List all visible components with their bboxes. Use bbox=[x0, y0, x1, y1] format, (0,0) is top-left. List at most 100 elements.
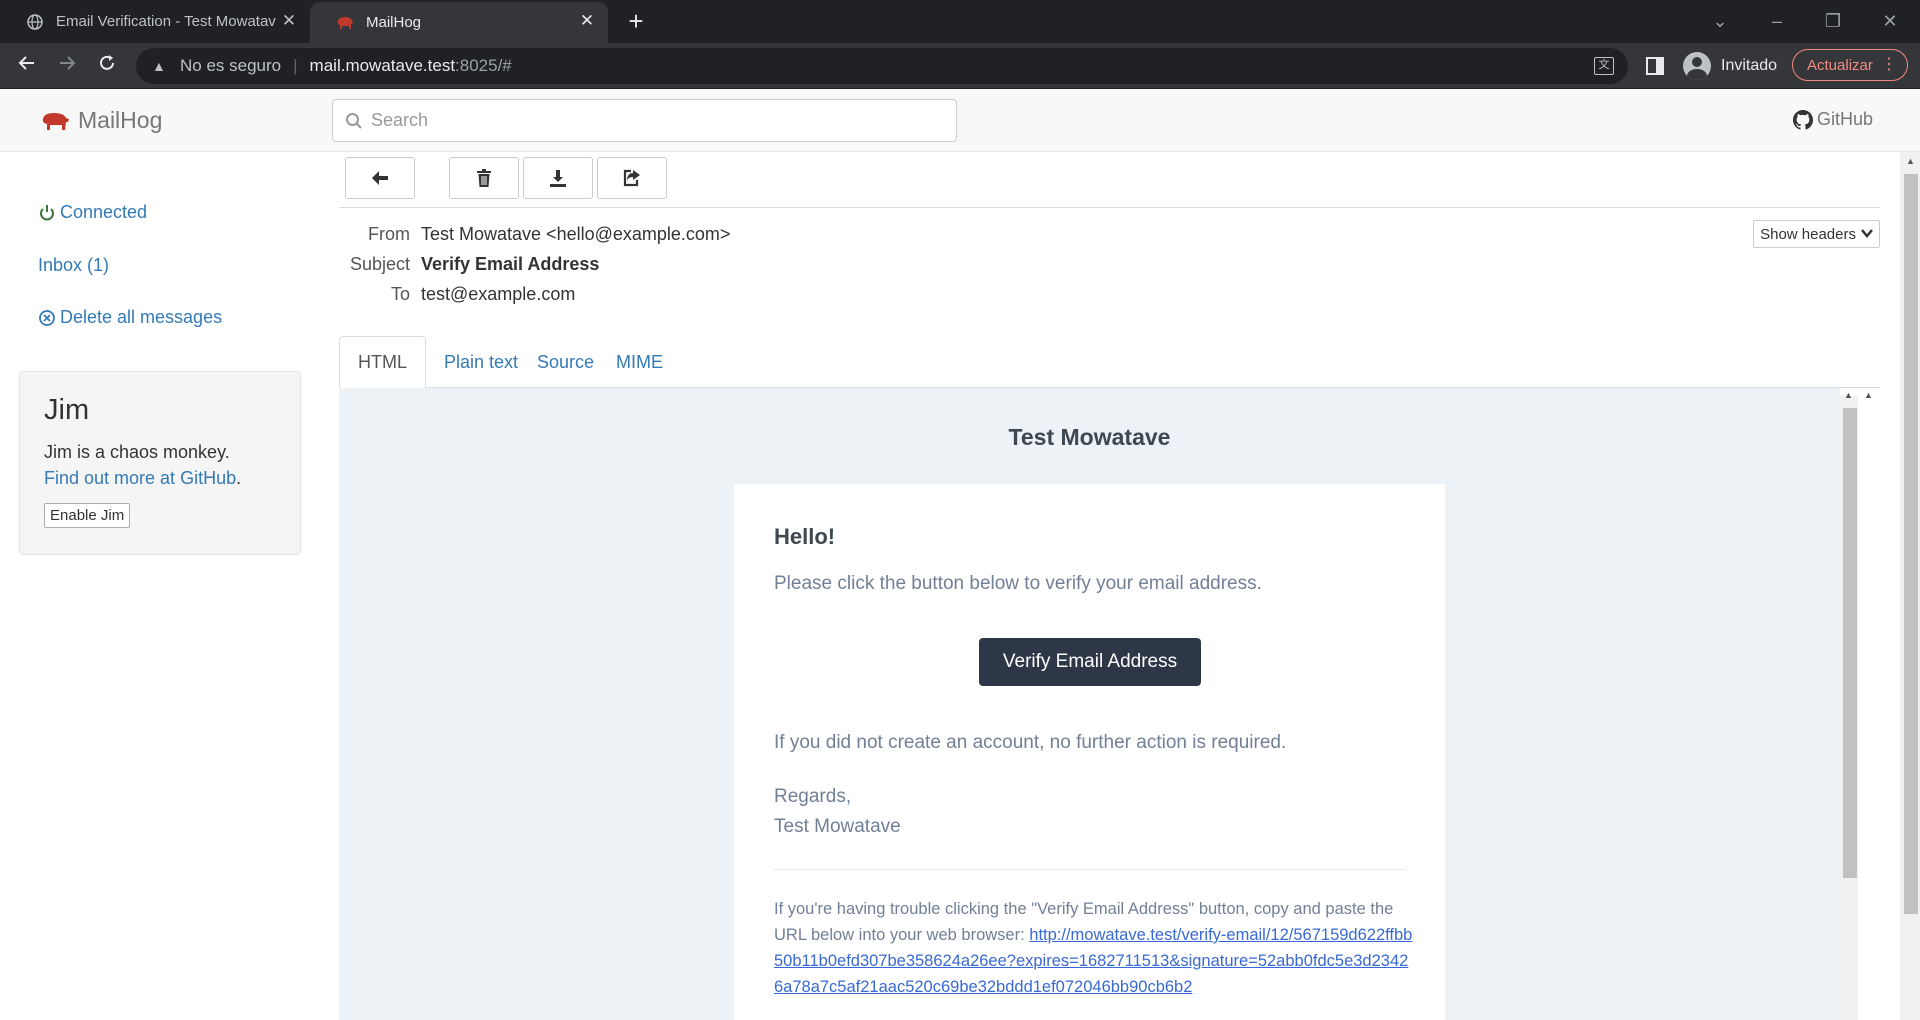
browser-toolbar: ▲ No es seguro | mail.mowatave.test:8025… bbox=[0, 43, 1920, 89]
github-label: GitHub bbox=[1816, 109, 1873, 129]
mailhog-page: MailHog GitHub Connected Inbox (1) Delet… bbox=[0, 89, 1920, 1020]
window-close-icon[interactable]: ✕ bbox=[1870, 6, 1910, 36]
url-host: mail.mowatave.test bbox=[309, 56, 456, 75]
to-row: To test@example.com bbox=[339, 284, 575, 305]
verify-email-button[interactable]: Verify Email Address bbox=[979, 638, 1201, 686]
subject-row: Subject Verify Email Address bbox=[339, 254, 599, 275]
connected-label: Connected bbox=[60, 202, 148, 222]
brand-name: MailHog bbox=[78, 107, 163, 133]
update-button[interactable]: Actualizar ⋮ bbox=[1792, 49, 1908, 81]
github-icon bbox=[1792, 109, 1813, 130]
search-box[interactable] bbox=[332, 99, 957, 142]
regards-text: Regards, bbox=[774, 786, 852, 807]
email-subcopy: If you're having trouble clicking the "V… bbox=[774, 896, 1414, 1000]
release-button[interactable] bbox=[597, 157, 667, 199]
page-scrollbar[interactable]: ▲ bbox=[1900, 152, 1920, 1020]
side-panel-icon[interactable] bbox=[1646, 57, 1664, 75]
delete-button[interactable] bbox=[449, 157, 519, 199]
from-label: From bbox=[368, 224, 410, 244]
email-salutation: Regards, Test Mowatave bbox=[774, 782, 901, 842]
globe-icon bbox=[26, 13, 44, 31]
restore-icon[interactable]: ❐ bbox=[1813, 6, 1853, 36]
back-arrow-icon[interactable] bbox=[12, 51, 42, 81]
email-divider bbox=[774, 869, 1405, 870]
jim-description: Jim is a chaos monkey. Find out more at G… bbox=[44, 439, 276, 491]
search-input[interactable] bbox=[371, 110, 951, 131]
message-tabs: HTML Plain text Source MIME bbox=[339, 336, 1880, 389]
to-value: test@example.com bbox=[421, 284, 576, 304]
tab-search-chevron-icon[interactable]: ⌄ bbox=[1700, 6, 1740, 36]
more-menu-icon[interactable]: ⋮ bbox=[1881, 55, 1897, 75]
profile-name: Invitado bbox=[1721, 57, 1778, 74]
download-button[interactable] bbox=[523, 157, 593, 199]
divider bbox=[339, 207, 1880, 208]
arrow-left-icon bbox=[372, 171, 388, 185]
new-tab-plus-icon[interactable]: + bbox=[622, 8, 650, 36]
brand-link[interactable]: MailHog bbox=[40, 107, 162, 134]
address-bar[interactable]: ▲ No es seguro | mail.mowatave.test:8025… bbox=[136, 48, 1628, 84]
delete-all-label: Delete all messages bbox=[60, 307, 223, 327]
show-headers-button[interactable]: Show headers bbox=[1753, 220, 1880, 248]
tab-html[interactable]: HTML bbox=[339, 336, 426, 389]
email-header-app-name[interactable]: Test Mowatave bbox=[339, 424, 1840, 451]
jim-title: Jim bbox=[44, 394, 90, 426]
to-label: To bbox=[390, 284, 410, 304]
share-icon bbox=[623, 169, 640, 187]
from-value: Test Mowatave <hello@example.com> bbox=[421, 224, 731, 244]
scroll-thumb[interactable] bbox=[1843, 408, 1857, 878]
profile-button[interactable]: Invitado bbox=[1683, 52, 1777, 80]
scroll-thumb[interactable] bbox=[1904, 174, 1918, 914]
inbox-label: Inbox (1) bbox=[38, 255, 110, 275]
browser-tab-title: Email Verification - Test Mowatave bbox=[56, 13, 276, 30]
url-rest: :8025/# bbox=[455, 56, 512, 75]
signature-text: Test Mowatave bbox=[774, 816, 901, 837]
sidebar: Connected Inbox (1) Delete all messages … bbox=[0, 152, 320, 1020]
inbox-link[interactable]: Inbox (1) bbox=[38, 255, 109, 276]
address-separator: | bbox=[293, 56, 298, 75]
email-outro: If you did not create an account, no fur… bbox=[774, 732, 1287, 753]
minimize-icon[interactable]: – bbox=[1757, 6, 1797, 36]
email-greeting: Hello! bbox=[774, 524, 836, 549]
scroll-up-icon[interactable]: ▲ bbox=[1864, 390, 1873, 400]
download-icon bbox=[550, 170, 566, 187]
jim-link-suffix: . bbox=[236, 468, 242, 488]
warning-icon[interactable]: ▲ bbox=[152, 58, 170, 74]
update-label: Actualizar bbox=[1807, 56, 1873, 74]
from-row: From Test Mowatave <hello@example.com> bbox=[339, 224, 730, 245]
jim-panel: Jim Jim is a chaos monkey. Find out more … bbox=[19, 371, 301, 555]
chevron-down-icon bbox=[1861, 227, 1873, 241]
avatar-icon bbox=[1683, 52, 1711, 80]
email-intro: Please click the button below to verify … bbox=[774, 573, 1262, 594]
trash-icon bbox=[477, 169, 491, 187]
jim-text: Jim is a chaos monkey. bbox=[44, 442, 230, 462]
show-headers-label: Show headers bbox=[1760, 225, 1856, 243]
forward-arrow-icon[interactable] bbox=[52, 51, 82, 81]
back-button[interactable] bbox=[345, 157, 415, 199]
github-link[interactable]: GitHub bbox=[1792, 109, 1873, 130]
close-icon[interactable]: ✕ bbox=[280, 12, 298, 30]
preview-scrollbar[interactable]: ▲ ▲ bbox=[1840, 388, 1880, 1020]
browser-tab-bar: Email Verification - Test Mowatave ✕ Mai… bbox=[0, 0, 1920, 43]
mailhog-navbar: MailHog GitHub bbox=[0, 89, 1920, 152]
delete-all-link[interactable]: Delete all messages bbox=[38, 307, 222, 328]
power-icon bbox=[40, 204, 54, 220]
search-icon bbox=[346, 112, 362, 129]
enable-jim-button[interactable]: Enable Jim bbox=[44, 503, 131, 528]
security-label[interactable]: No es seguro bbox=[180, 56, 281, 76]
message-view: From Test Mowatave <hello@example.com> S… bbox=[339, 152, 1880, 1020]
subject-value: Verify Email Address bbox=[421, 254, 600, 274]
tab-mime[interactable]: MIME bbox=[598, 336, 681, 388]
browser-tab-title: MailHog bbox=[366, 14, 422, 31]
scroll-up-icon[interactable]: ▲ bbox=[1906, 156, 1915, 166]
subject-label: Subject bbox=[349, 254, 410, 274]
close-icon[interactable]: ✕ bbox=[578, 12, 596, 30]
jim-github-link[interactable]: Find out more at GitHub bbox=[44, 468, 236, 488]
browser-tab-mailhog[interactable]: MailHog ✕ bbox=[310, 2, 608, 43]
connected-status[interactable]: Connected bbox=[38, 202, 147, 223]
browser-tab-email-verification[interactable]: Email Verification - Test Mowatave ✕ bbox=[0, 0, 310, 43]
scroll-up-icon[interactable]: ▲ bbox=[1844, 390, 1853, 400]
translate-icon[interactable]: 文 bbox=[1594, 57, 1614, 75]
pig-icon bbox=[336, 14, 354, 32]
reload-icon[interactable] bbox=[92, 51, 122, 81]
email-body-card: Hello! Please click the button below to … bbox=[734, 484, 1445, 1020]
